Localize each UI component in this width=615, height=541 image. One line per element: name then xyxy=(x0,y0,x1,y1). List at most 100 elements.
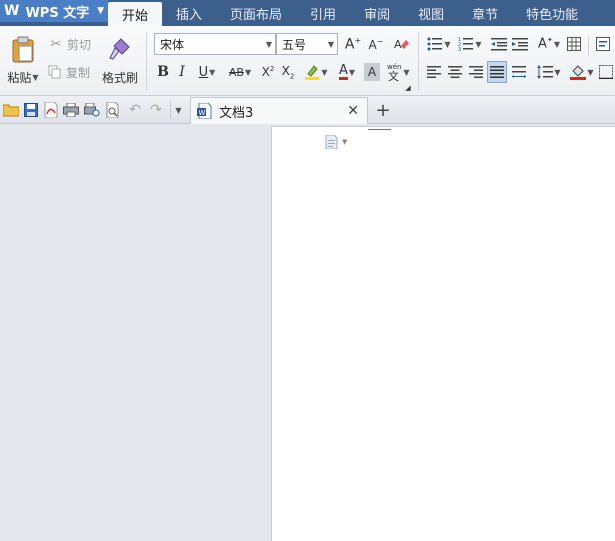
chevron-down-icon: ▼ xyxy=(175,105,182,115)
save-button[interactable] xyxy=(22,101,40,119)
undo-button[interactable]: ↶ xyxy=(126,101,144,119)
underline-icon: U xyxy=(198,64,209,80)
italic-button[interactable]: I xyxy=(174,62,190,82)
customize-toolbar-button[interactable]: ▼ xyxy=(170,101,186,119)
app-menu-button[interactable]: W WPS 文字 ▼ xyxy=(0,0,108,22)
numbered-list-button[interactable]: 1 2 3 ▼ xyxy=(456,34,484,54)
redo-icon: ↷ xyxy=(150,102,162,118)
font-size-select[interactable]: 五号 ▼ xyxy=(276,33,338,55)
superscript-button[interactable]: X2 xyxy=(259,62,277,82)
copy-button[interactable]: 复制 xyxy=(48,62,98,82)
bold-button[interactable]: B xyxy=(155,62,171,82)
chevron-down-icon: ▼ xyxy=(553,39,560,49)
justify-icon xyxy=(490,66,504,78)
bold-icon: B xyxy=(157,64,169,80)
tab-chapter[interactable]: 章节 xyxy=(458,0,512,26)
format-painter-button[interactable]: 格式刷 xyxy=(100,32,140,90)
strikethrough-button[interactable]: AB ▼ xyxy=(224,62,256,82)
divider xyxy=(146,32,147,90)
chevron-down-icon: ▼ xyxy=(587,67,594,77)
save-icon xyxy=(24,103,38,117)
text-box-button[interactable] xyxy=(594,34,612,54)
table-button[interactable] xyxy=(565,34,583,54)
font-family-select[interactable]: 宋体 ▼ xyxy=(154,33,276,55)
superscript-icon: X2 xyxy=(261,65,275,79)
tab-home[interactable]: 开始 xyxy=(108,2,163,26)
paint-bucket-icon xyxy=(570,65,587,80)
tab-page-layout[interactable]: 页面布局 xyxy=(216,0,296,26)
open-button[interactable] xyxy=(2,101,20,119)
plus-icon: + xyxy=(375,99,391,121)
paragraph-shading-button[interactable]: ▼ xyxy=(568,62,596,82)
align-center-button[interactable] xyxy=(446,62,464,82)
font-color-icon: A xyxy=(338,62,348,80)
decrease-font-size-button[interactable]: A− xyxy=(366,34,386,54)
cut-button[interactable]: ✂ 剪切 xyxy=(48,34,98,54)
print-button[interactable] xyxy=(62,101,80,119)
chevron-down-icon: ▼ xyxy=(209,67,216,77)
phonetic-guide-icon: wén 文 xyxy=(387,63,401,82)
justify-button[interactable] xyxy=(487,61,507,83)
paste-icon xyxy=(12,36,34,63)
tab-references[interactable]: 引用 xyxy=(296,0,350,26)
tab-insert[interactable]: 插入 xyxy=(162,0,216,26)
underline-button[interactable]: U ▼ xyxy=(194,62,220,82)
tab-view[interactable]: 视图 xyxy=(404,0,458,26)
tab-special-features[interactable]: 特色功能 xyxy=(512,0,592,26)
chevron-down-icon: ▼ xyxy=(97,6,104,16)
text-effects-button[interactable]: A✦ ▼ xyxy=(535,34,563,54)
increase-font-size-button[interactable]: A+ xyxy=(343,34,363,54)
page-preview-button[interactable] xyxy=(104,101,122,119)
printer-icon xyxy=(63,103,79,117)
divider xyxy=(418,32,419,90)
highlight-button[interactable]: ▼ xyxy=(302,62,330,82)
menu-bar: W WPS 文字 ▼ 开始 插入 页面布局 引用 审阅 视图 章节 特色功能 xyxy=(0,0,615,26)
document-icon: W xyxy=(197,103,212,119)
align-right-button[interactable] xyxy=(467,62,485,82)
phonetic-guide-button[interactable]: wén 文 ▼ xyxy=(384,60,412,84)
chevron-down-icon: ▼ xyxy=(444,39,451,49)
document-tab[interactable]: W 文档3 ✕ xyxy=(190,97,368,124)
new-tab-button[interactable]: + xyxy=(372,98,394,122)
page-margin-marker xyxy=(368,129,391,131)
clear-formatting-button[interactable]: A xyxy=(391,34,411,54)
text-box-icon xyxy=(596,37,610,51)
format-painter-icon xyxy=(109,38,130,60)
tab-review[interactable]: 审阅 xyxy=(350,0,404,26)
align-right-icon xyxy=(469,66,483,78)
bullet-list-button[interactable]: ▼ xyxy=(425,34,453,54)
subscript-button[interactable]: X2 xyxy=(279,62,297,82)
svg-text:文: 文 xyxy=(388,69,399,82)
decrease-indent-button[interactable] xyxy=(490,34,508,54)
font-size-value: 五号 xyxy=(282,37,307,52)
strikethrough-icon: AB xyxy=(228,65,244,79)
font-color-button[interactable]: A ▼ xyxy=(333,62,361,82)
print-preview-button[interactable] xyxy=(83,101,101,119)
borders-button[interactable] xyxy=(598,62,614,82)
redo-button[interactable]: ↷ xyxy=(147,101,165,119)
align-center-icon xyxy=(448,66,462,78)
character-shading-button[interactable]: A xyxy=(364,63,380,81)
font-dialog-launcher[interactable]: ◢ xyxy=(405,84,411,92)
chevron-down-icon: ▼ xyxy=(321,67,328,77)
paragraph-layout-button[interactable]: ▼ xyxy=(325,134,353,150)
distributed-align-icon xyxy=(512,66,526,78)
undo-icon: ↶ xyxy=(129,102,141,118)
paste-label: 粘贴 xyxy=(7,71,32,85)
chevron-down-icon: ▼ xyxy=(403,67,410,77)
app-name: WPS 文字 xyxy=(25,5,90,21)
font-shrink-icon: A− xyxy=(368,36,384,52)
align-left-button[interactable] xyxy=(425,62,443,82)
increase-indent-button[interactable] xyxy=(511,34,529,54)
distributed-align-button[interactable] xyxy=(510,62,528,82)
export-pdf-button[interactable] xyxy=(42,101,60,119)
cut-label: 剪切 xyxy=(67,37,92,52)
document-page[interactable] xyxy=(271,126,615,541)
chevron-down-icon: ▼ xyxy=(265,39,273,49)
pdf-icon xyxy=(44,102,58,118)
numbered-list-icon: 1 2 3 xyxy=(458,37,474,51)
line-spacing-button[interactable]: ▼ xyxy=(535,62,563,82)
paste-button[interactable]: 粘贴 ▼ xyxy=(4,32,42,90)
close-icon[interactable]: ✕ xyxy=(347,103,359,119)
font-grow-icon: A+ xyxy=(344,35,362,53)
